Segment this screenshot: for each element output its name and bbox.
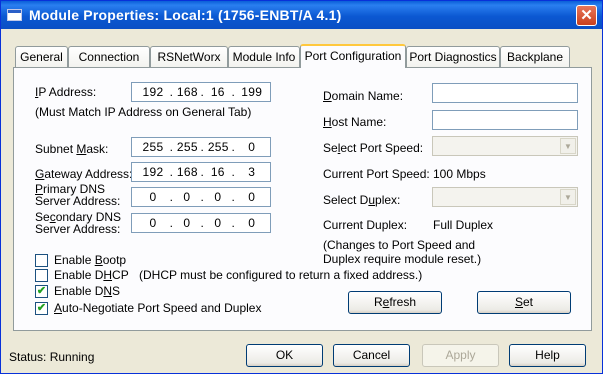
gateway-address-field[interactable]: 192 . 168 . 16 . 3	[131, 162, 271, 182]
enable-dns-checkbox[interactable]: ✔	[35, 285, 48, 298]
current-duplex-label: Current Duplex:	[323, 218, 408, 232]
primary-dns-label: Primary DNS Server Address:	[35, 183, 120, 207]
primary-dns-octet-2: 0	[183, 190, 191, 204]
ip-octet-4: 199	[241, 85, 263, 99]
dhcp-note: (DHCP must be configured to return a fix…	[139, 268, 423, 282]
status-line: Status: Running	[9, 350, 94, 364]
subnet-mask-field[interactable]: 255 . 255 . 255 . 0	[131, 137, 271, 157]
current-duplex-value: Full Duplex	[433, 218, 494, 232]
host-name-input[interactable]	[432, 110, 578, 130]
subnet-mask-label: Subnet Mask:	[35, 142, 109, 156]
secondary-dns-octet-2: 0	[183, 216, 191, 230]
ip-octet-2: 168	[176, 85, 198, 99]
help-button[interactable]: Help	[509, 344, 586, 367]
tab-port-configuration[interactable]: Port Configuration	[300, 44, 406, 68]
window-title: Module Properties: Local:1 (1756-ENBT/A …	[29, 7, 342, 23]
auto-negotiate-label: Auto-Negotiate Port Speed and Duplex	[54, 301, 262, 315]
enable-dns-label: Enable DNS	[54, 284, 121, 298]
tab-general[interactable]: General	[15, 46, 68, 67]
title-bar[interactable]: Module Properties: Local:1 (1756-ENBT/A …	[1, 1, 602, 29]
auto-negotiate-checkbox[interactable]: ✔	[35, 302, 48, 315]
status-value: Running	[49, 350, 95, 364]
enable-dhcp-checkbox[interactable]	[35, 269, 48, 282]
enable-bootp-checkbox[interactable]	[35, 254, 48, 267]
close-icon[interactable]: ✕	[576, 5, 597, 26]
tab-module-info[interactable]: Module Info	[228, 46, 300, 67]
duplex-select[interactable]: ▼	[432, 187, 578, 207]
set-button[interactable]: Set	[477, 291, 571, 314]
tab-rsnetworx[interactable]: RSNetWorx	[150, 46, 228, 67]
secondary-dns-octet-3: 0	[214, 216, 222, 230]
primary-dns-label-line2: Server Address:	[35, 194, 121, 208]
ip-address-label: IP Address:	[35, 85, 97, 99]
gateway-octet-1: 192	[142, 165, 164, 179]
ip-address-field[interactable]: 192 . 168 . 16 . 199	[131, 82, 271, 102]
chevron-down-icon[interactable]: ▼	[560, 189, 576, 205]
reset-note-line2: Duplex require module reset.)	[323, 252, 482, 266]
tab-port-diagnostics[interactable]: Port Diagnostics	[406, 46, 500, 67]
secondary-dns-octet-4: 0	[248, 216, 256, 230]
primary-dns-octet-3: 0	[214, 190, 222, 204]
window-icon	[7, 9, 22, 21]
subnet-octet-4: 0	[248, 140, 256, 154]
chevron-down-icon[interactable]: ▼	[560, 138, 576, 154]
gateway-octet-2: 168	[176, 165, 198, 179]
current-port-speed-label: Current Port Speed:	[323, 167, 430, 181]
enable-bootp-label: Enable Bootp	[54, 253, 127, 267]
secondary-dns-label-line2: Server Address:	[35, 222, 121, 236]
subnet-octet-1: 255	[142, 140, 164, 154]
tab-backplane[interactable]: Backplane	[500, 46, 570, 67]
cancel-button[interactable]: Cancel	[333, 344, 410, 367]
apply-button[interactable]: Apply	[422, 344, 499, 367]
domain-name-input[interactable]	[432, 83, 578, 103]
primary-dns-octet-4: 0	[248, 190, 256, 204]
select-port-speed-label: Select Port Speed:	[323, 141, 424, 155]
domain-name-label: Domain Name:	[323, 89, 404, 103]
ok-button[interactable]: OK	[246, 344, 323, 367]
gateway-address-label: Gateway Address:	[35, 167, 133, 181]
enable-dhcp-label: Enable DHCP	[54, 268, 129, 282]
port-speed-select[interactable]: ▼	[432, 136, 578, 156]
host-name-label: Host Name:	[323, 115, 387, 129]
ip-octet-3: 16	[210, 85, 225, 99]
subnet-octet-3: 255	[207, 140, 229, 154]
secondary-dns-field[interactable]: 0 . 0 . 0 . 0	[131, 213, 271, 233]
select-duplex-label: Select Duplex:	[323, 193, 401, 207]
gateway-octet-4: 3	[248, 165, 256, 179]
refresh-button[interactable]: Refresh	[348, 291, 442, 314]
module-properties-window: Module Properties: Local:1 (1756-ENBT/A …	[0, 0, 603, 374]
secondary-dns-octet-1: 0	[149, 216, 157, 230]
tab-connection[interactable]: Connection	[68, 46, 150, 67]
status-label: Status:	[9, 350, 47, 364]
current-port-speed-value: 100 Mbps	[433, 167, 486, 181]
ip-octet-1: 192	[142, 85, 164, 99]
reset-note-line1: (Changes to Port Speed and	[323, 238, 476, 252]
subnet-octet-2: 255	[176, 140, 198, 154]
primary-dns-field[interactable]: 0 . 0 . 0 . 0	[131, 187, 271, 207]
ip-note: (Must Match IP Address on General Tab)	[35, 105, 252, 119]
gateway-octet-3: 16	[210, 165, 225, 179]
secondary-dns-label: Secondary DNS Server Address:	[35, 211, 121, 235]
primary-dns-octet-1: 0	[149, 190, 157, 204]
